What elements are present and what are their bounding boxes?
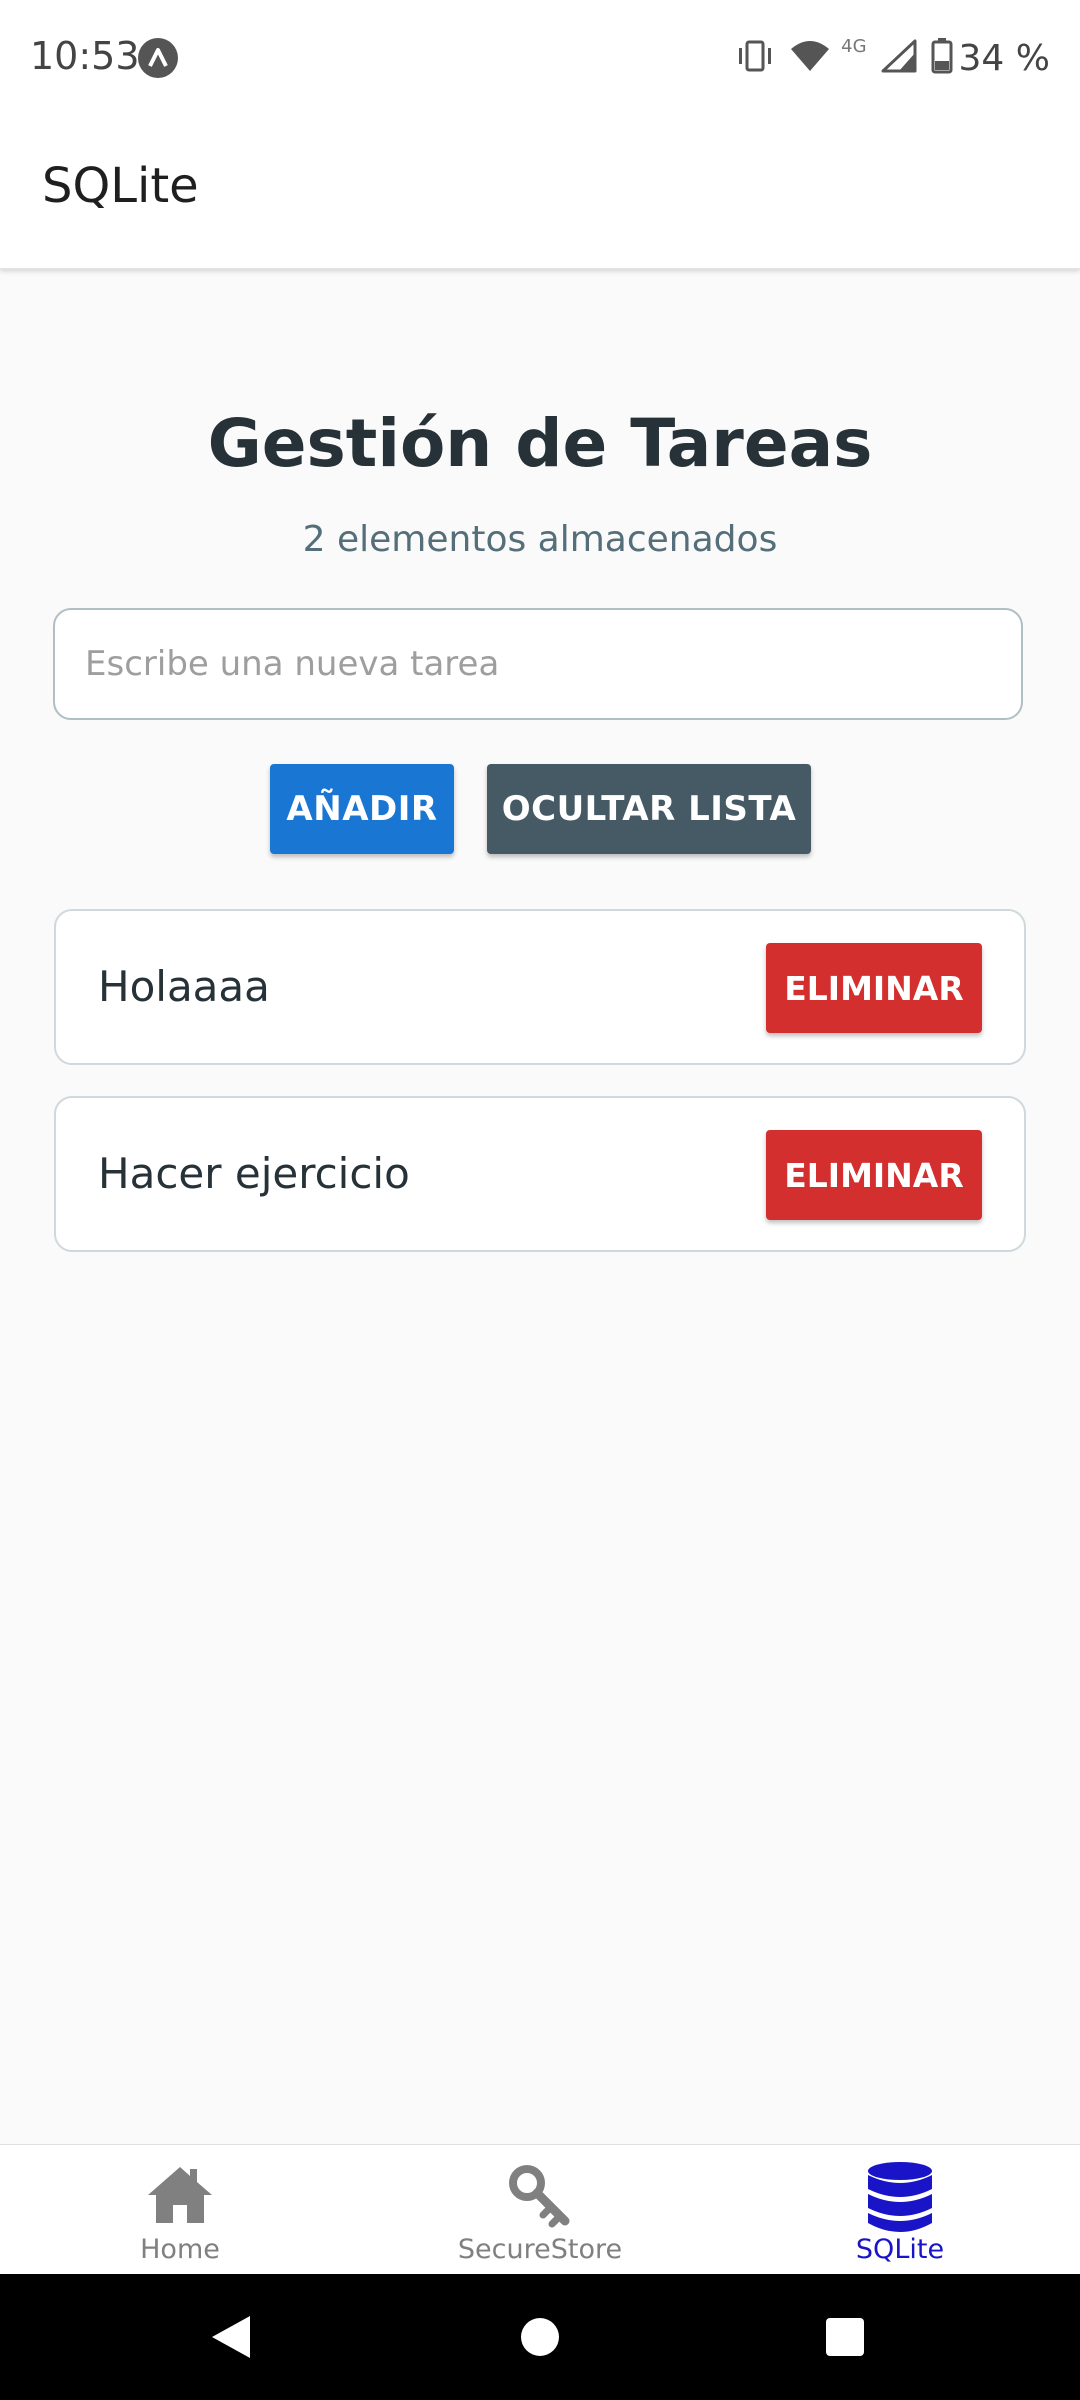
app-bar-title: SQLite: [42, 158, 199, 214]
signal-icon: [881, 39, 917, 77]
status-bar: 10:53 4G 34 %: [0, 0, 1080, 116]
recent-apps-icon[interactable]: [820, 2312, 870, 2362]
add-button[interactable]: AÑADIR: [270, 764, 454, 854]
status-icons: 4G 34 %: [721, 30, 1050, 86]
back-icon[interactable]: [206, 2312, 256, 2362]
wifi-icon: [789, 39, 831, 77]
tab-sqlite[interactable]: SQLite: [720, 2145, 1080, 2275]
database-icon: [865, 2161, 935, 2232]
task-item: Holaaaa ELIMINAR: [54, 909, 1026, 1065]
item-count: 2 elementos almacenados: [302, 519, 778, 560]
app-notification-icon: [138, 38, 178, 78]
status-time: 10:53: [30, 34, 140, 78]
page-title: Gestión de Tareas: [207, 405, 873, 482]
battery-icon: [931, 38, 953, 78]
bottom-tab-bar: Home SecureStore SQLite: [0, 2144, 1080, 2275]
battery-level: 34 %: [958, 37, 1050, 79]
delete-button[interactable]: ELIMINAR: [766, 1130, 982, 1220]
tab-label: Home: [140, 2234, 220, 2265]
home-circle-icon[interactable]: [515, 2312, 565, 2362]
hide-list-button[interactable]: OCULTAR LISTA: [487, 764, 811, 854]
new-task-input[interactable]: [53, 608, 1023, 720]
tab-securestore[interactable]: SecureStore: [360, 2145, 720, 2275]
vibrate-icon: [735, 39, 775, 77]
tab-label: SQLite: [855, 2234, 945, 2265]
task-item: Hacer ejercicio ELIMINAR: [54, 1096, 1026, 1252]
delete-button[interactable]: ELIMINAR: [766, 943, 982, 1033]
tab-home[interactable]: Home: [0, 2145, 360, 2275]
task-text: Holaaaa: [98, 962, 270, 1011]
tab-label: SecureStore: [457, 2234, 623, 2265]
system-nav-bar: [0, 2274, 1080, 2400]
key-icon: [505, 2161, 575, 2231]
app-bar: SQLite: [0, 116, 1080, 269]
home-icon: [145, 2161, 215, 2231]
task-text: Hacer ejercicio: [98, 1149, 410, 1198]
network-type: 4G: [841, 35, 867, 57]
